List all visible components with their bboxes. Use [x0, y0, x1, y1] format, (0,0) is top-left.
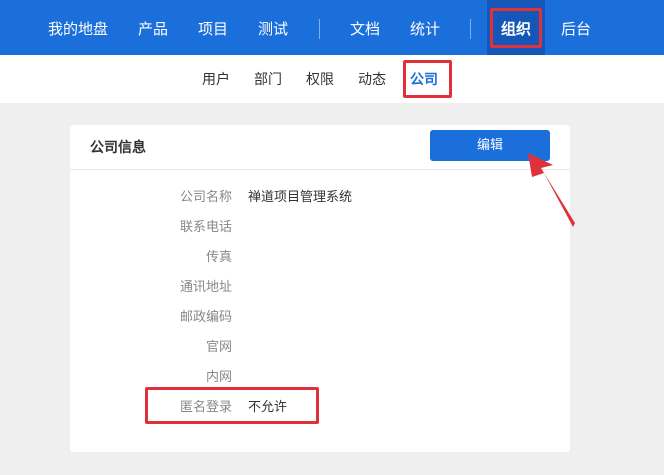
highlight-box-org	[490, 8, 542, 48]
nav-divider	[470, 19, 471, 39]
nav-item-test[interactable]: 测试	[258, 0, 288, 55]
nav-item-project[interactable]: 项目	[198, 0, 228, 55]
edit-button[interactable]: 编辑	[430, 130, 550, 161]
field-label-fax: 传真	[205, 250, 232, 265]
subnav-item-department[interactable]: 部门	[254, 55, 282, 103]
field-label-company-name: 公司名称	[179, 190, 232, 205]
card-header: 公司信息 编辑	[70, 125, 570, 170]
field-label-zipcode: 邮政编码	[179, 310, 232, 325]
field-label-address: 通讯地址	[179, 280, 232, 295]
field-label-website: 官网	[205, 340, 232, 355]
subnav-item-activity[interactable]: 动态	[358, 55, 386, 103]
field-value-company-name: 禅道项目管理系统	[248, 190, 353, 205]
nav-item-stats[interactable]: 统计	[410, 0, 440, 55]
card-title: 公司信息	[90, 140, 146, 156]
highlight-box-anonymous-login	[145, 387, 319, 424]
highlight-box-company	[403, 60, 452, 98]
field-label-phone: 联系电话	[179, 220, 232, 235]
nav-item-doc[interactable]: 文档	[350, 0, 380, 55]
nav-item-product[interactable]: 产品	[138, 0, 168, 55]
sub-nav: 用户 部门 权限 动态 公司	[0, 55, 664, 103]
subnav-item-users[interactable]: 用户	[202, 55, 230, 103]
nav-item-admin[interactable]: 后台	[561, 0, 591, 55]
nav-item-my-dashboard[interactable]: 我的地盘	[48, 0, 108, 55]
subnav-item-permissions[interactable]: 权限	[306, 55, 334, 103]
top-nav: 我的地盘 产品 项目 测试 文档 统计 组织 后台	[0, 0, 664, 55]
field-label-intranet: 内网	[205, 370, 232, 385]
nav-divider	[319, 19, 320, 39]
